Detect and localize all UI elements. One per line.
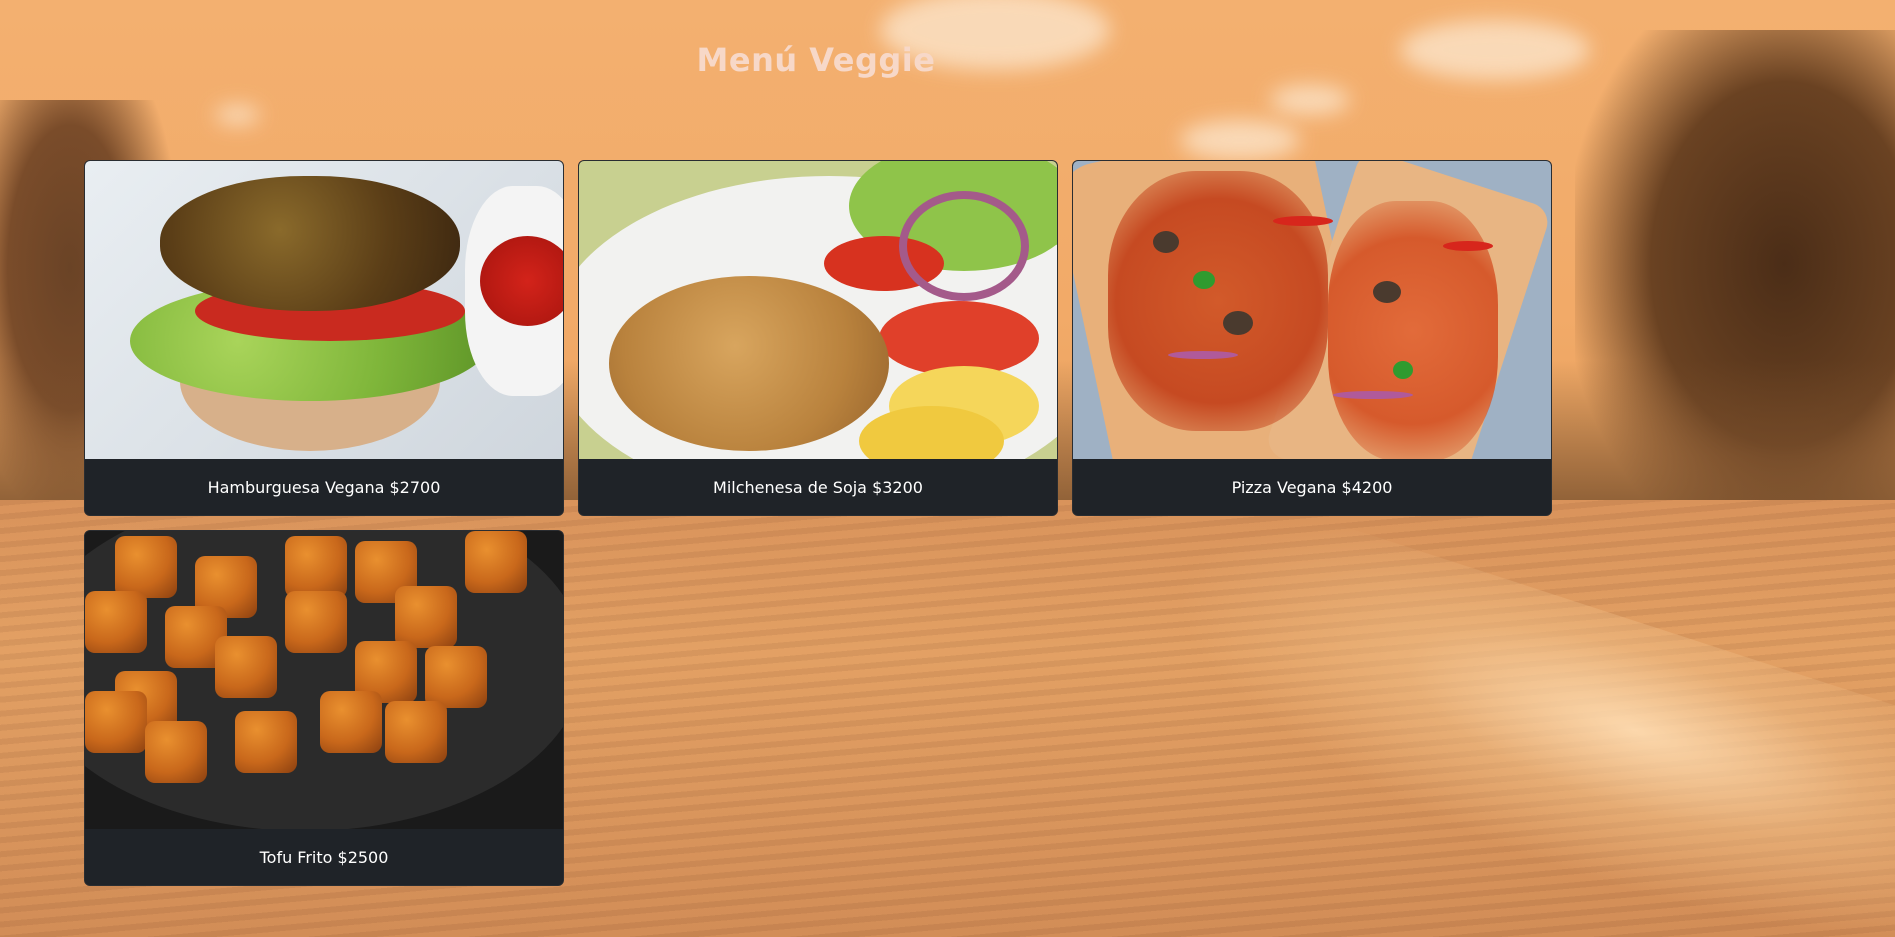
cloud [1270,85,1350,115]
cloud [215,105,260,125]
menu-item-label: Milchenesa de Soja $3200 [579,459,1057,515]
menu-card-pizza[interactable]: Pizza Vegana $4200 [1072,160,1552,516]
milanesa-image [579,161,1057,459]
page-title: Menú Veggie [696,41,936,80]
menu-item-label: Tofu Frito $2500 [85,829,563,885]
menu-card-milanesa[interactable]: Milchenesa de Soja $3200 [578,160,1058,516]
menu-item-label: Hamburguesa Vegana $2700 [85,459,563,515]
menu-card-hamburguesa[interactable]: Hamburguesa Vegana $2700 [84,160,564,516]
menu-card-tofu[interactable]: Tofu Frito $2500 [84,530,564,886]
menu-item-label: Pizza Vegana $4200 [1073,459,1551,515]
cloud [1180,120,1300,160]
burger-image [85,161,563,459]
tofu-image [85,531,563,829]
pizza-image [1073,161,1551,459]
